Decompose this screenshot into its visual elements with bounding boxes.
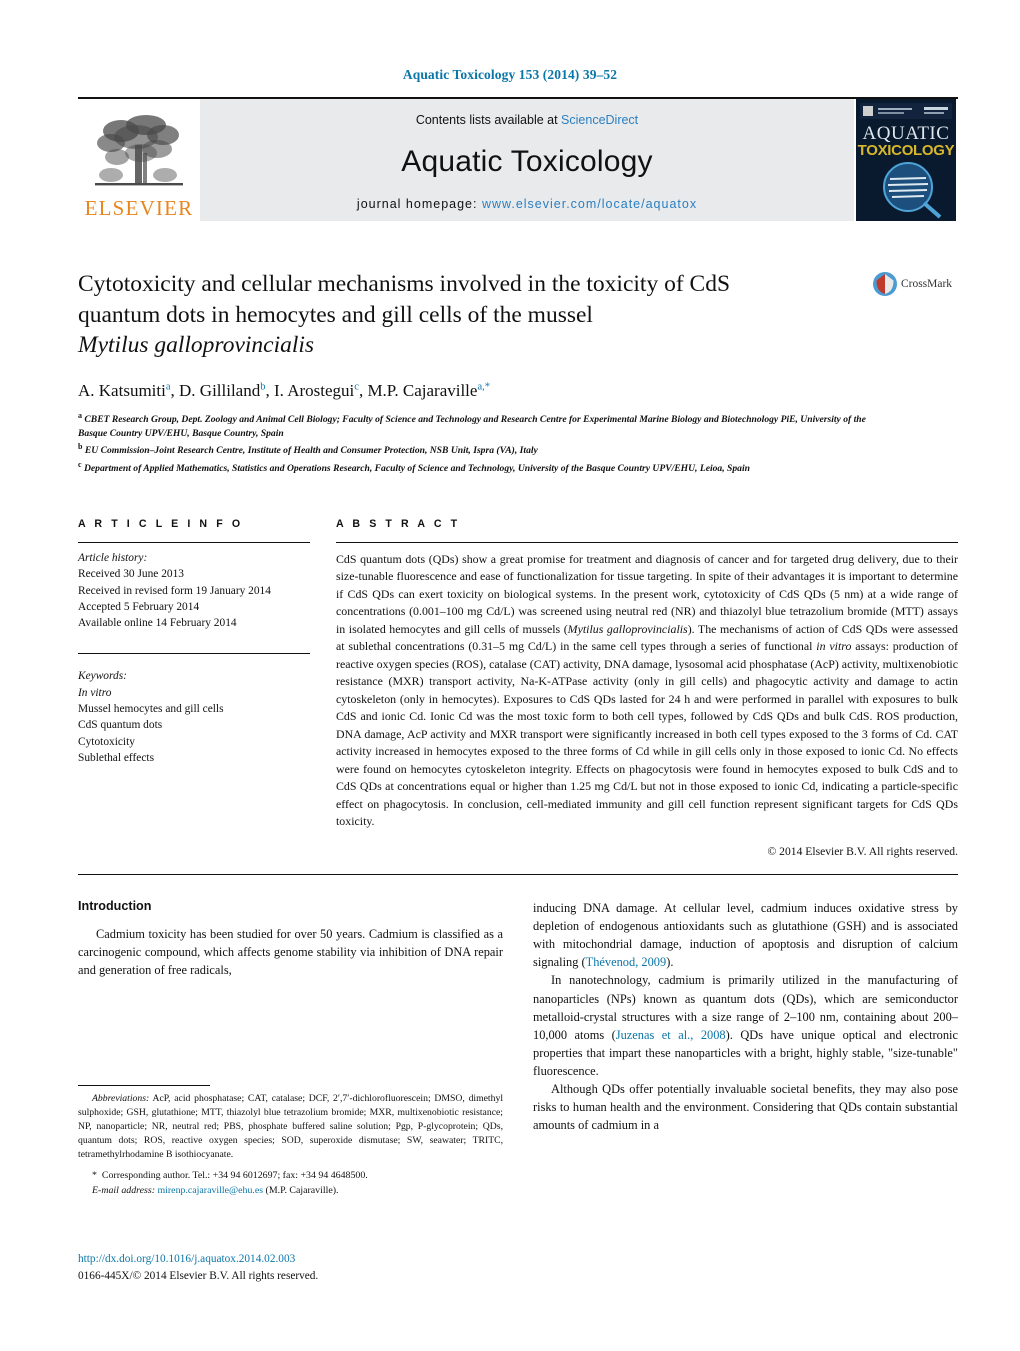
affiliation-c: c Department of Applied Mathematics, Sta… [78, 459, 878, 476]
author-2-affil-marker[interactable]: b [260, 381, 265, 392]
author-4: M.P. Cajaraville [367, 380, 478, 400]
contents-prefix: Contents lists available at [415, 113, 562, 127]
paper-page: Aquatic Toxicology 153 (2014) 39–52 ELSE… [0, 0, 1020, 1351]
corresponding-author-note: * Corresponding author. Tel.: +34 94 601… [78, 1169, 503, 1199]
affiliation-a-marker: a [78, 410, 82, 420]
title-species: Mytilus galloprovincialis [78, 332, 315, 359]
article-info-heading: A R T I C L E I N F O [78, 517, 244, 530]
masthead-center: Contents lists available at ScienceDirec… [200, 99, 854, 221]
abstract-part-3: assays: production of reactive oxygen sp… [336, 639, 958, 829]
body-column-right: inducing DNA damage. At cellular level, … [533, 899, 958, 1199]
body-column-left: Introduction Cadmium toxicity has been s… [78, 899, 503, 1199]
citation-juzenas-2008[interactable]: Juzenas et al., 2008 [616, 1028, 726, 1042]
affiliation-b-marker: b [78, 442, 83, 452]
author-3: I. Arostegui [273, 380, 355, 400]
author-1-affil-marker[interactable]: a [166, 381, 171, 392]
journal-reference: Aquatic Toxicology 153 (2014) 39–52 [402, 67, 618, 82]
abstract-text: CdS quantum dots (QDs) show a great prom… [336, 543, 958, 831]
doi-link[interactable]: http://dx.doi.org/10.1016/j.aquatox.2014… [78, 1251, 318, 1268]
history-accepted: Accepted 5 February 2014 [78, 600, 200, 613]
citation-thevenod-2009[interactable]: Thévenod, 2009 [586, 955, 667, 969]
svg-text:TOXICOLOGY: TOXICOLOGY [858, 142, 955, 159]
keyword-1: In vitro [78, 686, 112, 699]
keyword-5: Sublethal effects [78, 751, 155, 764]
journal-title: Aquatic Toxicology [401, 145, 653, 178]
abstract-column: A B S T R A C T CdS quantum dots (QDs) s… [336, 518, 958, 858]
intro-right-paragraph-1: inducing DNA damage. At cellular level, … [533, 899, 958, 971]
footnote-block: Abbreviations: AcP, acid phosphatase; CA… [78, 1085, 503, 1199]
keywords-block: Keywords: In vitro Mussel hemocytes and … [78, 653, 310, 766]
author-2: D. Gilliland [179, 380, 261, 400]
keyword-2: Mussel hemocytes and gill cells [78, 703, 224, 716]
affiliation-list: a CBET Research Group, Dept. Zoology and… [78, 410, 878, 476]
keyword-4: Cytotoxicity [78, 735, 135, 748]
email-label: E-mail address: [92, 1185, 155, 1197]
abstract-italic-invitro: in vitro [816, 639, 852, 654]
elsevier-tree-icon [95, 115, 183, 186]
affiliation-c-marker: c [78, 459, 82, 469]
svg-text:AQUATIC: AQUATIC [863, 123, 950, 144]
abstract-heading: A B S T R A C T [336, 517, 461, 530]
journal-cover: AQUATIC TOXICOLOGY [854, 99, 958, 221]
author-1: A. Katsumiti [78, 380, 166, 400]
elsevier-logo: ELSEVIER [78, 99, 200, 221]
history-online: Available online 14 February 2014 [78, 617, 237, 630]
author-3-affil-marker[interactable]: c [354, 381, 359, 392]
abstract-italic-species: Mytilus galloprovincialis [567, 621, 688, 636]
contents-available-line: Contents lists available at ScienceDirec… [416, 113, 638, 127]
corresponding-author-text: Corresponding author. Tel.: +34 94 60126… [101, 1170, 368, 1182]
introduction-heading: Introduction [78, 898, 152, 913]
affiliation-a-text: CBET Research Group, Dept. Zoology and A… [78, 413, 866, 440]
introduction-paragraph-left: Cadmium toxicity has been studied for ov… [78, 926, 503, 978]
email-owner: (M.P. Cajaraville). [265, 1185, 339, 1197]
elsevier-wordmark: ELSEVIER [84, 196, 194, 220]
footer-doi-block: http://dx.doi.org/10.1016/j.aquatox.2014… [78, 1251, 318, 1285]
email-line: E-mail address: mirenp.cajaraville@ehu.e… [78, 1184, 503, 1199]
issn-copyright-line: 0166-445X/© 2014 Elsevier B.V. All right… [78, 1270, 319, 1283]
email-link[interactable]: mirenp.cajaraville@ehu.es [157, 1185, 263, 1196]
crossmark-badge[interactable]: CrossMark [866, 271, 958, 297]
keywords-label: Keywords: [78, 670, 127, 683]
info-abstract-row: A R T I C L E I N F O Article history: R… [78, 518, 958, 858]
affiliation-b-text: EU Commission–Joint Research Centre, Ins… [84, 445, 538, 457]
title-line-1: Cytotoxicity and cellular mechanisms inv… [78, 271, 731, 297]
abbreviations-note: Abbreviations: AcP, acid phosphatase; CA… [78, 1092, 503, 1162]
sciencedirect-link[interactable]: ScienceDirect [561, 113, 638, 127]
author-4-affil-marker[interactable]: a,* [477, 381, 490, 392]
affiliation-a: a CBET Research Group, Dept. Zoology and… [78, 410, 878, 442]
intro-right-paragraph-3: Although QDs offer potentially invaluabl… [533, 1082, 958, 1133]
keyword-3: CdS quantum dots [78, 719, 163, 732]
affiliation-b: b EU Commission–Joint Research Centre, I… [78, 441, 878, 458]
intro-right-p1-b: ). [666, 955, 674, 970]
title-area: Cytotoxicity and cellular mechanisms inv… [78, 269, 958, 361]
intro-right-paragraph-2: In nanotechnology, cadmium is primarily … [533, 971, 958, 1080]
abbreviations-label: Abbreviations: [92, 1093, 150, 1105]
body-columns: Introduction Cadmium toxicity has been s… [78, 899, 958, 1199]
article-history-block: Article history: Received 30 June 2013 R… [78, 543, 310, 631]
history-received: Received 30 June 2013 [78, 568, 184, 581]
journal-masthead: ELSEVIER Contents lists available at Sci… [78, 97, 958, 221]
affiliation-c-text: Department of Applied Mathematics, Stati… [83, 462, 750, 474]
page-title: Cytotoxicity and cellular mechanisms inv… [78, 269, 813, 361]
article-info-column: A R T I C L E I N F O Article history: R… [78, 518, 310, 858]
journal-homepage-line: journal homepage: www.elsevier.com/locat… [357, 197, 697, 211]
corresponding-author-line: * Corresponding author. Tel.: +34 94 601… [92, 1170, 368, 1182]
crossmark-label: CrossMark [900, 278, 953, 290]
journal-cover-image: AQUATIC TOXICOLOGY [856, 99, 956, 221]
history-revised: Received in revised form 19 January 2014 [78, 584, 271, 597]
abstract-bottom-rule [78, 873, 958, 875]
title-line-2: quantum dots in hemocytes and gill cells… [78, 301, 593, 328]
footnote-rule [78, 1085, 210, 1087]
abstract-copyright: © 2014 Elsevier B.V. All rights reserved… [767, 844, 958, 858]
article-history-label: Article history: [78, 551, 148, 564]
crossmark-icon [872, 272, 897, 296]
homepage-prefix: journal homepage: [356, 197, 482, 211]
homepage-url-link[interactable]: www.elsevier.com/locate/aquatox [482, 197, 697, 211]
author-list: A. Katsumitia, D. Gillilandb, I. Arosteg… [78, 380, 490, 400]
